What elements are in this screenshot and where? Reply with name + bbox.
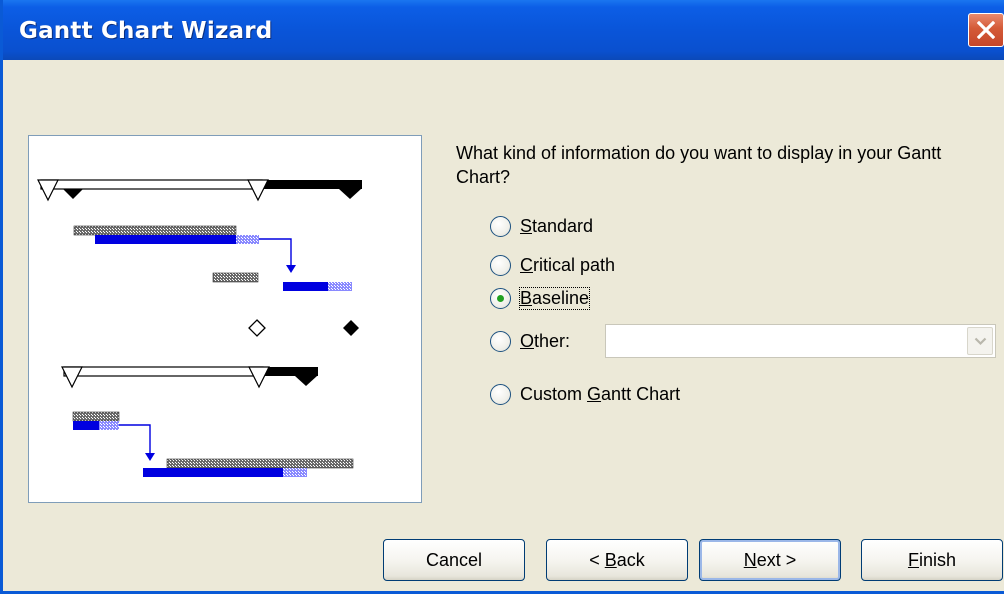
radio-standard[interactable]: Standard (490, 213, 593, 239)
next-button[interactable]: Next > (699, 539, 841, 581)
radio-button[interactable] (490, 330, 511, 352)
question-text: What kind of information do you want to … (456, 143, 942, 187)
back-button-label: < Back (589, 549, 645, 570)
window-title: Gantt Chart Wizard (19, 18, 273, 44)
gantt-preview (28, 135, 422, 503)
summary-bar-1 (37, 179, 362, 202)
dependency-arrow-2 (119, 424, 155, 461)
diamond-icon (248, 319, 359, 337)
back-button[interactable]: < Back (546, 539, 688, 581)
title-bar[interactable]: Gantt Chart Wizard (3, 0, 1004, 60)
task-bar-2 (212, 272, 352, 291)
radio-baseline[interactable]: Baseline (490, 285, 591, 311)
task-bar-3 (72, 411, 120, 430)
next-button-label: Next > (743, 549, 797, 570)
radio-button[interactable] (490, 215, 511, 237)
gantt-preview-illustration (37, 179, 362, 477)
radio-label-baseline: Baseline (518, 286, 591, 310)
radio-other[interactable]: Other: (490, 328, 570, 354)
radio-button[interactable] (490, 254, 511, 276)
task-bar-4 (143, 458, 354, 477)
radio-button-selected[interactable] (490, 287, 511, 309)
cancel-button[interactable]: Cancel (383, 539, 525, 581)
wizard-window: Gantt Chart Wizard What kind of informat… (0, 0, 1004, 594)
dependency-arrow-1 (259, 238, 296, 273)
radio-label-critical-path: Critical path (520, 254, 616, 275)
radio-critical-path[interactable]: Critical path (490, 252, 615, 278)
close-button[interactable] (968, 13, 1004, 47)
cancel-button-label: Cancel (425, 549, 483, 570)
radio-custom-gantt-chart[interactable]: Custom Gantt Chart (490, 381, 680, 407)
radio-label-custom-gantt-chart: Custom Gantt Chart (520, 383, 681, 404)
radio-label-other: Other: (520, 330, 571, 351)
finish-button[interactable]: Finish (861, 539, 1003, 581)
task-bar-1 (73, 225, 259, 244)
other-format-dropdown[interactable] (605, 324, 996, 358)
finish-button-label: Finish (907, 549, 957, 570)
summary-bar-2 (61, 366, 318, 389)
radio-button[interactable] (490, 383, 511, 405)
dropdown-button[interactable] (967, 327, 993, 355)
radio-label-standard: Standard (520, 215, 594, 236)
